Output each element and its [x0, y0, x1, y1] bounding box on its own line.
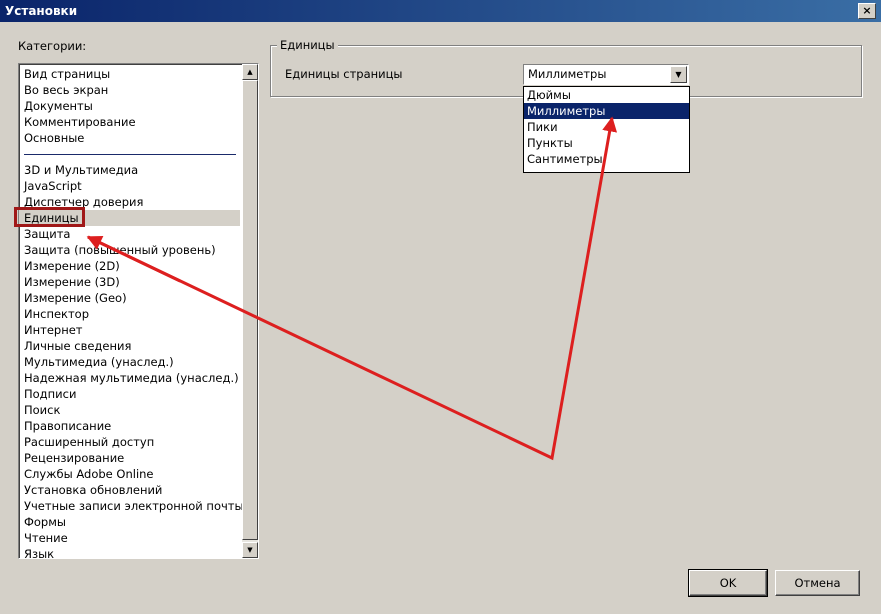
list-item[interactable]: Защита [19, 226, 240, 242]
dropdown-option[interactable]: Пункты [524, 135, 689, 151]
list-item[interactable]: Интернет [19, 322, 240, 338]
page-units-label: Единицы страницы [285, 67, 403, 81]
title-bar: Установки × [0, 0, 881, 22]
list-item[interactable]: Правописание [19, 418, 240, 434]
list-item[interactable]: Службы Adobe Online [19, 466, 240, 482]
cancel-button[interactable]: Отмена [775, 570, 860, 596]
list-item[interactable]: Расширенный доступ [19, 434, 240, 450]
list-item[interactable]: Измерение (3D) [19, 274, 240, 290]
list-item[interactable]: Поиск [19, 402, 240, 418]
units-group-legend: Единицы [277, 38, 338, 52]
categories-items: Вид страницы Во весь экран Документы Коммен… [19, 66, 244, 558]
list-item[interactable]: Мультимедиа (унаслед.) [19, 354, 240, 370]
dropdown-option[interactable]: Миллиметры [524, 103, 689, 119]
scroll-down-arrow-icon[interactable]: ▼ [242, 542, 258, 558]
categories-list[interactable]: Вид страницы Во весь экран Документы Коммен… [18, 63, 259, 559]
window-title: Установки [5, 4, 78, 18]
list-item[interactable]: Документы [19, 98, 240, 114]
scrollbar-thumb[interactable] [242, 80, 258, 540]
list-item[interactable]: Во весь экран [19, 82, 240, 98]
list-item[interactable]: Надежная мультимедиа (унаслед.) [19, 370, 240, 386]
close-button[interactable]: × [858, 3, 876, 19]
list-separator [19, 146, 240, 162]
list-item[interactable]: Измерение (Geo) [19, 290, 240, 306]
list-item[interactable]: Формы [19, 514, 240, 530]
list-item[interactable]: Основные [19, 130, 240, 146]
chevron-down-icon[interactable]: ▼ [670, 66, 687, 83]
list-item[interactable]: 3D и Мультимедиа [19, 162, 240, 178]
dropdown-option[interactable]: Дюймы [524, 87, 689, 103]
list-item[interactable]: Измерение (2D) [19, 258, 240, 274]
list-item[interactable]: Язык [19, 546, 240, 558]
list-item[interactable]: Учетные записи электронной почты [19, 498, 244, 514]
dropdown-option[interactable]: Сантиметры [524, 151, 689, 167]
list-item[interactable]: Чтение [19, 530, 240, 546]
list-item[interactable]: Комментирование [19, 114, 240, 130]
list-item[interactable]: Вид страницы [19, 66, 240, 82]
list-item[interactable]: Рецензирование [19, 450, 240, 466]
list-item[interactable]: Защита (повышенный уровень) [19, 242, 240, 258]
list-item[interactable]: Установка обновлений [19, 482, 240, 498]
page-units-combo-value: Миллиметры [528, 67, 607, 81]
list-item[interactable]: Инспектор [19, 306, 240, 322]
list-item[interactable]: Подписи [19, 386, 240, 402]
close-icon: × [862, 4, 872, 17]
list-item[interactable]: JavaScript [19, 178, 240, 194]
page-units-combobox[interactable]: Миллиметры ▼ [523, 64, 689, 85]
list-item[interactable]: Личные сведения [19, 338, 240, 354]
categories-scrollbar[interactable]: ▲ ▼ [242, 64, 258, 558]
page-units-dropdown-list[interactable]: Дюймы Миллиметры Пики Пункты Сантиметры [523, 86, 690, 173]
dropdown-option[interactable]: Пики [524, 119, 689, 135]
ok-button[interactable]: OK [688, 569, 768, 597]
categories-label: Категории: [18, 39, 87, 53]
scroll-up-arrow-icon[interactable]: ▲ [242, 64, 258, 80]
annotation-highlight-box [14, 207, 85, 227]
